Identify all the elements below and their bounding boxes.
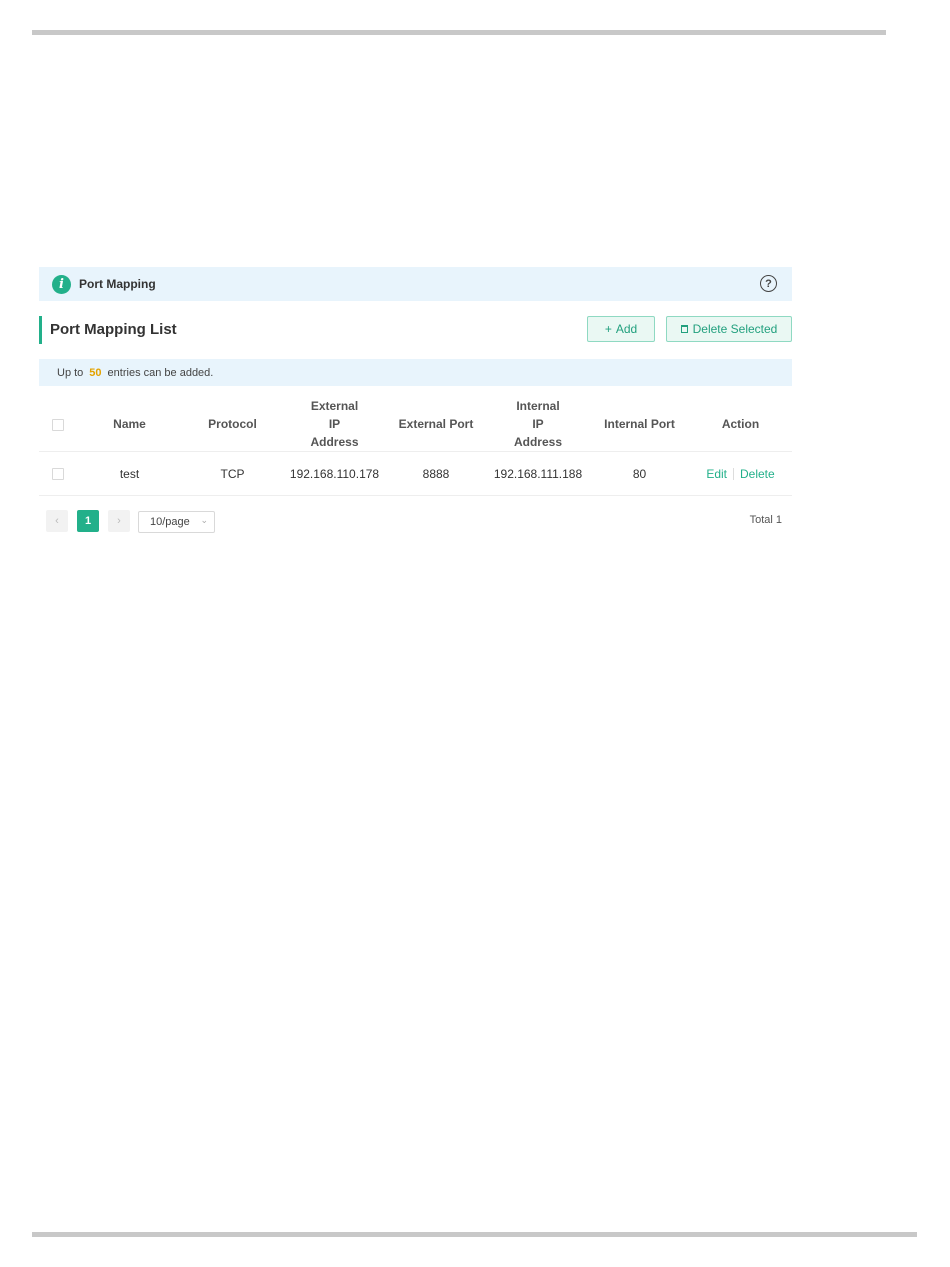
pagination: ‹ 1 › 10/page ⌄ Total 1 [46,510,782,534]
chevron-down-icon: ⌄ [200,515,208,525]
row-select-cell [39,451,77,496]
action-divider [733,468,734,481]
banner-title: Port Mapping [79,277,156,291]
cell-name: test [77,451,182,496]
cell-internal-port: 80 [590,451,689,496]
info-icon: i [52,274,71,294]
section-title: Port Mapping List [39,316,177,344]
page-size-select[interactable]: 10/page ⌄ [138,511,215,533]
note-suffix: entries can be added. [107,366,214,379]
note-count: 50 [89,366,102,379]
cell-protocol: TCP [182,451,283,496]
header-protocol: Protocol [182,397,283,452]
top-divider [32,30,886,35]
header-external-port: External Port [386,397,486,452]
delete-selected-button[interactable]: Delete Selected [666,316,792,342]
plus-icon: + [604,322,612,336]
info-banner: i Port Mapping ? [39,267,792,301]
table-header-row: Name Protocol External IP Address Extern… [39,397,792,452]
cell-external-ip: 192.168.110.178 [283,451,386,496]
page-size-value: 10/page [150,516,190,528]
total-count: Total 1 [749,514,782,526]
table-row: test TCP 192.168.110.178 8888 192.168.11… [39,451,792,496]
next-page-button[interactable]: › [108,510,130,532]
port-mapping-table: Name Protocol External IP Address Extern… [39,397,792,496]
select-all-checkbox[interactable] [52,418,64,431]
page-1-button[interactable]: 1 [77,510,99,532]
cell-actions: Edit Delete [689,451,792,496]
header-internal-port: Internal Port [590,397,689,452]
header-internal-ip: Internal IP Address [486,397,590,452]
trash-icon [680,325,688,333]
edit-link[interactable]: Edit [706,467,727,481]
header-action: Action [689,397,792,452]
entries-limit-note: Up to 50 entries can be added. [39,359,792,386]
cell-external-port: 8888 [386,451,486,496]
section-header: Port Mapping List + Add Delete Selected [39,316,792,344]
cell-internal-ip: 192.168.111.188 [486,451,590,496]
add-button-label: Add [615,322,638,336]
help-icon[interactable]: ? [760,275,777,292]
add-button[interactable]: + Add [587,316,655,342]
delete-selected-label: Delete Selected [692,322,778,336]
header-external-ip: External IP Address [283,397,386,452]
select-all-cell [39,397,77,452]
bottom-divider [32,1232,917,1237]
prev-page-button[interactable]: ‹ [46,510,68,532]
row-checkbox[interactable] [52,468,64,481]
note-prefix: Up to [57,366,84,379]
delete-link[interactable]: Delete [740,467,775,481]
header-name: Name [77,397,182,452]
